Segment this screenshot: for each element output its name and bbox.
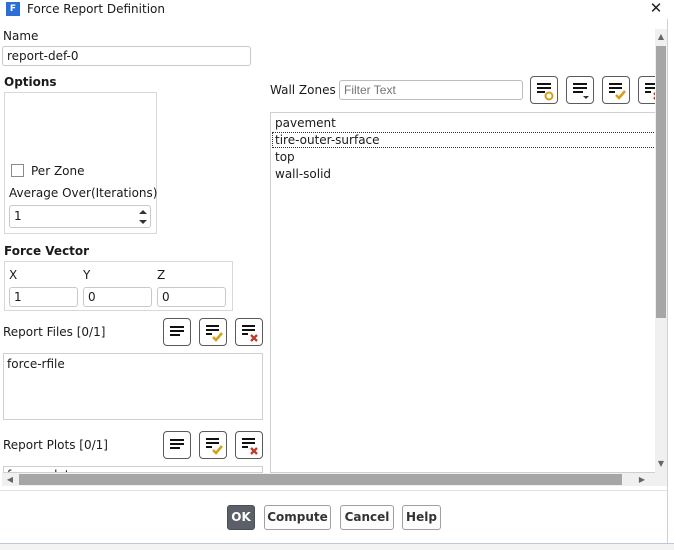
select-all-icon (609, 83, 626, 100)
deselect-all-button-frame (638, 76, 655, 104)
list-item[interactable]: wall-solid (275, 167, 331, 181)
report-plots-list[interactable]: force-rplot (3, 466, 263, 473)
x-label: X (9, 268, 18, 282)
list-item[interactable]: pavement (275, 116, 336, 130)
footer-divider (0, 490, 667, 491)
y-label: Y (83, 268, 91, 282)
list-item[interactable]: top (275, 150, 295, 164)
wall-zones-deselect-all-button[interactable] (638, 76, 655, 104)
spinner-arrows-icon[interactable] (137, 207, 149, 227)
compute-button[interactable]: Compute (264, 505, 331, 530)
wall-zones-match-button[interactable] (530, 76, 558, 104)
report-files-label: Report Files [0/1] (3, 325, 106, 339)
report-plots-list-button[interactable] (163, 431, 191, 459)
wall-zones-label: Wall Zones (270, 83, 336, 97)
y-field[interactable]: 0 (83, 287, 152, 307)
average-over-spinner[interactable]: 1 (9, 205, 151, 228)
app-icon: F (6, 2, 20, 16)
z-field[interactable]: 0 (157, 287, 226, 307)
list-icon (573, 83, 589, 99)
wall-zones-list-button[interactable] (566, 76, 594, 104)
force-vector-label: Force Vector (4, 244, 90, 258)
list-item[interactable]: tire-outer-surface (272, 132, 656, 148)
name-label: Name (3, 29, 39, 43)
window-edge (667, 19, 674, 543)
list-icon (170, 326, 184, 336)
help-button[interactable]: Help (402, 505, 441, 530)
deselect-all-icon (242, 438, 258, 455)
select-all-icon (206, 325, 223, 342)
deselect-all-icon (242, 325, 258, 342)
scroll-up-icon[interactable]: ▲ (655, 31, 667, 43)
options-label: Options (4, 75, 57, 89)
report-plots-label: Report Plots [0/1] (3, 438, 108, 452)
report-files-list[interactable]: force-rfile (3, 353, 263, 420)
per-zone-checkbox[interactable] (11, 164, 24, 177)
per-zone-label: Per Zone (31, 164, 85, 178)
name-field[interactable]: report-def-0 (2, 46, 251, 66)
match-icon (537, 83, 554, 101)
ok-button[interactable]: OK (227, 505, 255, 530)
wall-zones-filter-input[interactable] (339, 80, 523, 100)
average-over-label: Average Over(Iterations) (9, 186, 158, 200)
report-files-select-all-button[interactable] (199, 318, 227, 346)
report-files-deselect-all-button[interactable] (235, 318, 263, 346)
window-title: Force Report Definition (27, 2, 165, 16)
wall-zones-list[interactable]: pavement tire-outer-surface top wall-sol… (270, 112, 656, 473)
background-window-strip (0, 543, 674, 550)
vertical-scroll-thumb[interactable] (656, 46, 666, 318)
report-files-list-button[interactable] (163, 318, 191, 346)
list-item[interactable]: force-rfile (7, 357, 65, 371)
x-field[interactable]: 1 (9, 287, 78, 307)
select-all-icon (206, 438, 223, 455)
scroll-down-icon[interactable]: ▼ (655, 458, 667, 470)
scroll-left-icon[interactable]: ◀ (4, 474, 16, 486)
horizontal-scroll-thumb[interactable] (19, 474, 622, 485)
report-plots-select-all-button[interactable] (199, 431, 227, 459)
z-label: Z (157, 268, 166, 282)
scroll-right-icon[interactable]: ▶ (636, 474, 648, 486)
cancel-button[interactable]: Cancel (340, 505, 394, 530)
close-icon[interactable]: ✕ (648, 0, 664, 17)
wall-zones-select-all-button[interactable] (602, 76, 630, 104)
list-icon (170, 439, 184, 449)
report-plots-deselect-all-button[interactable] (235, 431, 263, 459)
average-over-value: 1 (14, 209, 22, 223)
deselect-all-icon (645, 83, 655, 100)
